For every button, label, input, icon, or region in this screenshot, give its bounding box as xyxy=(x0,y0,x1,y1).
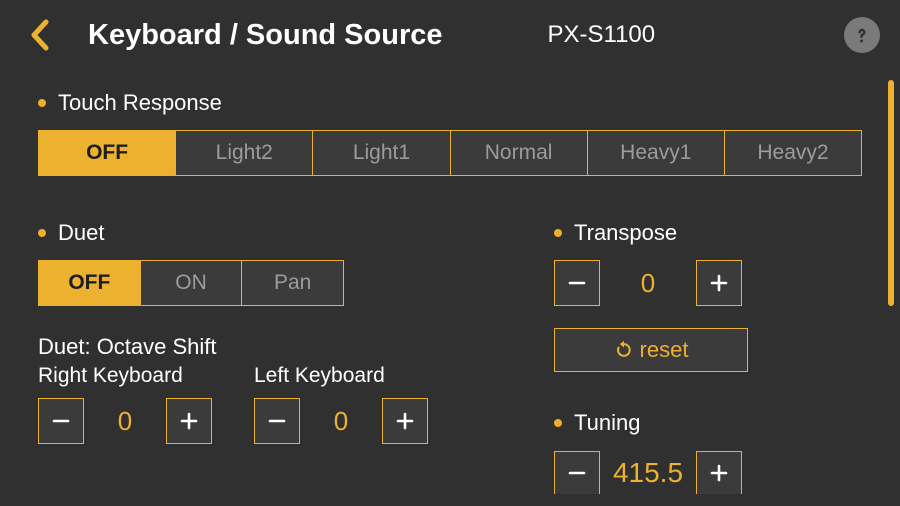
touch-response-heavy1[interactable]: Heavy1 xyxy=(588,130,725,176)
duet-column: Duet OFF ON Pan Duet: Octave Shift Right… xyxy=(38,220,548,494)
transpose-stepper: 0 xyxy=(554,260,862,306)
transpose-value: 0 xyxy=(600,260,696,306)
bullet-icon xyxy=(554,229,562,237)
duet-off[interactable]: OFF xyxy=(38,260,141,306)
duet-pan[interactable]: Pan xyxy=(242,260,344,306)
minus-icon xyxy=(267,411,287,431)
touch-response-normal[interactable]: Normal xyxy=(451,130,588,176)
duet-group: OFF ON Pan xyxy=(38,260,344,306)
transpose-reset-button[interactable]: reset xyxy=(554,328,748,372)
octave-shift-heading: Duet: Octave Shift xyxy=(38,334,548,360)
transpose-column: Transpose 0 reset xyxy=(554,220,862,494)
scrollbar[interactable] xyxy=(888,80,894,306)
duet-on[interactable]: ON xyxy=(141,260,243,306)
plus-icon xyxy=(395,411,415,431)
reset-icon xyxy=(614,340,634,360)
right-keyboard-plus-button[interactable] xyxy=(166,398,212,444)
page-title: Keyboard / Sound Source xyxy=(88,19,443,52)
transpose-plus-button[interactable] xyxy=(696,260,742,306)
right-keyboard-stepper: 0 xyxy=(38,398,212,444)
chevron-left-icon xyxy=(28,18,50,52)
right-keyboard-value: 0 xyxy=(84,398,166,444)
left-keyboard-block: Left Keyboard 0 xyxy=(254,364,428,444)
plus-icon xyxy=(709,463,729,483)
plus-icon xyxy=(709,273,729,293)
touch-response-heavy2[interactable]: Heavy2 xyxy=(725,130,862,176)
touch-response-light1[interactable]: Light1 xyxy=(313,130,450,176)
tuning-plus-button[interactable] xyxy=(696,451,742,494)
touch-response-group: OFF Light2 Light1 Normal Heavy1 Heavy2 xyxy=(38,130,862,176)
transpose-minus-button[interactable] xyxy=(554,260,600,306)
content-area: Touch Response OFF Light2 Light1 Normal … xyxy=(0,70,900,494)
tuning-minus-button[interactable] xyxy=(554,451,600,494)
plus-icon xyxy=(179,411,199,431)
bullet-icon xyxy=(38,99,46,107)
right-keyboard-label: Right Keyboard xyxy=(38,364,212,388)
right-keyboard-block: Right Keyboard 0 xyxy=(38,364,212,444)
right-keyboard-minus-button[interactable] xyxy=(38,398,84,444)
left-keyboard-label: Left Keyboard xyxy=(254,364,428,388)
left-keyboard-minus-button[interactable] xyxy=(254,398,300,444)
touch-response-light2[interactable]: Light2 xyxy=(176,130,313,176)
bullet-icon xyxy=(38,229,46,237)
duet-label: Duet xyxy=(38,220,548,246)
model-label: PX-S1100 xyxy=(548,21,656,49)
tuning-label: Tuning xyxy=(554,410,862,436)
left-keyboard-value: 0 xyxy=(300,398,382,444)
bullet-icon xyxy=(554,419,562,427)
back-button[interactable] xyxy=(20,16,58,54)
help-icon xyxy=(851,24,873,46)
tuning-value: 415.5 xyxy=(600,450,696,494)
touch-response-label: Touch Response xyxy=(38,90,862,116)
left-keyboard-plus-button[interactable] xyxy=(382,398,428,444)
minus-icon xyxy=(51,411,71,431)
header: Keyboard / Sound Source PX-S1100 xyxy=(0,0,900,70)
left-keyboard-stepper: 0 xyxy=(254,398,428,444)
help-button[interactable] xyxy=(844,17,880,53)
transpose-label: Transpose xyxy=(554,220,862,246)
touch-response-off[interactable]: OFF xyxy=(38,130,176,176)
minus-icon xyxy=(567,463,587,483)
tuning-stepper: 415.5 xyxy=(554,450,862,494)
minus-icon xyxy=(567,273,587,293)
